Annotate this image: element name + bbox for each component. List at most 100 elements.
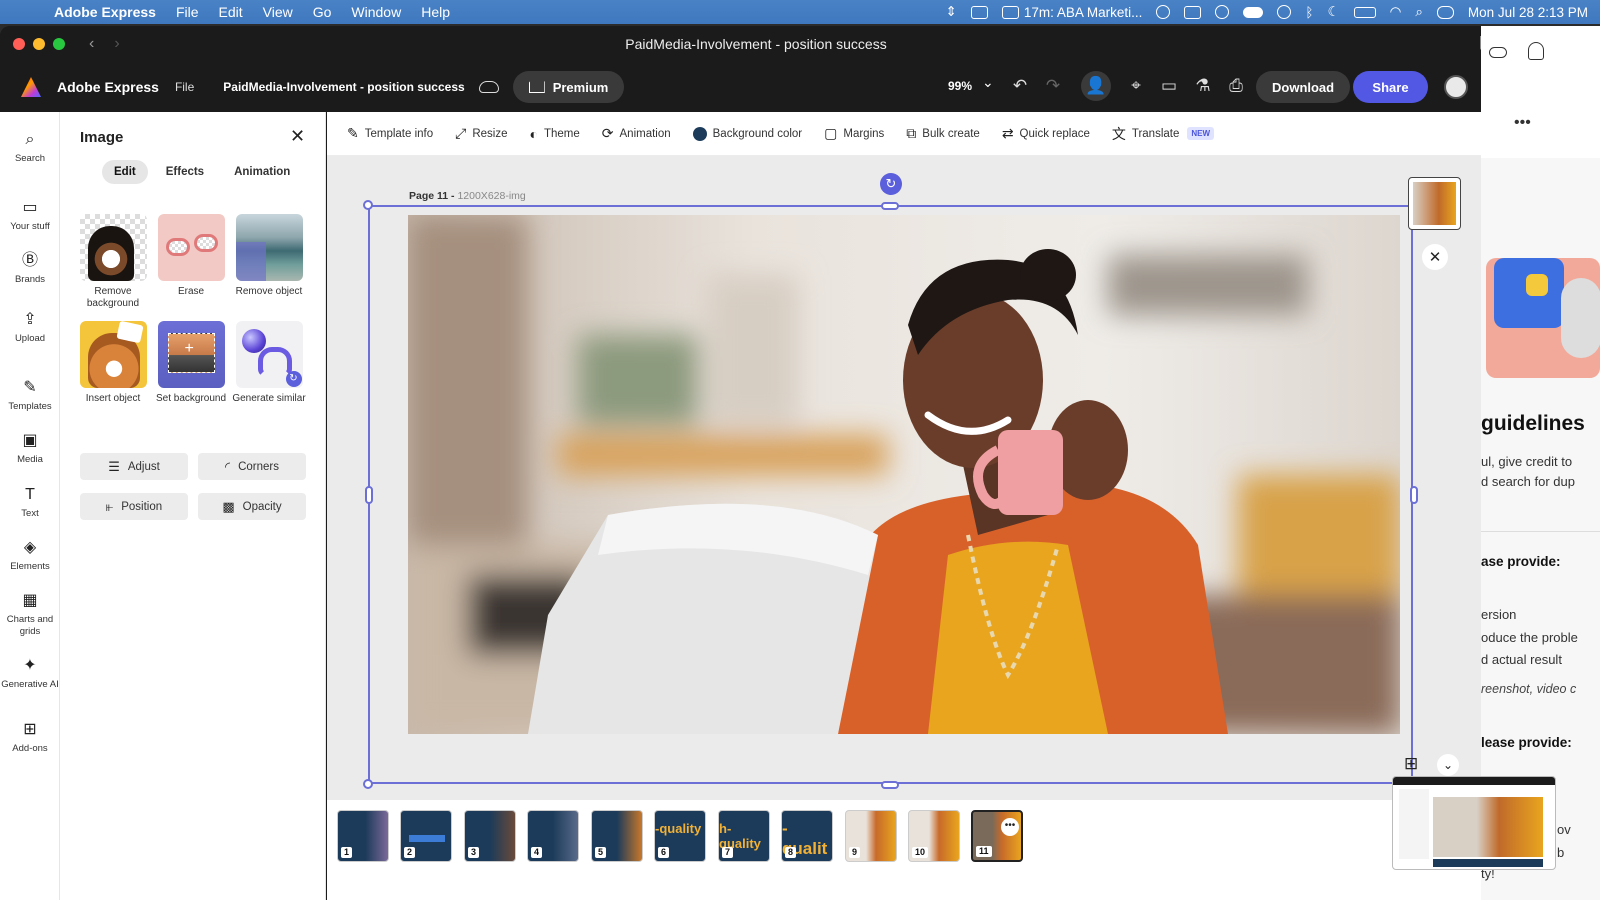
tab-edit[interactable]: Edit (102, 160, 148, 184)
page-thumb-selected[interactable]: ••• 11 (971, 810, 1023, 862)
quick-replace-button[interactable]: ⇄ Quick replace (1002, 125, 1090, 142)
comment-icon[interactable]: ▭ (1158, 75, 1180, 97)
undo-icon[interactable]: ↶ (1009, 75, 1031, 97)
bluetooth-icon[interactable]: ᛒ (1305, 5, 1313, 20)
insert-object-tool[interactable]: Insert object (73, 321, 153, 405)
menu-file[interactable]: File (166, 4, 209, 20)
rail-charts[interactable]: ▦ Charts and grids (0, 593, 60, 638)
close-icon[interactable]: ✕ (290, 126, 305, 147)
file-menu[interactable]: File (175, 80, 194, 94)
bulk-create-button[interactable]: ⧉ Bulk create (906, 125, 980, 142)
page-thumb[interactable]: 1 (337, 810, 389, 862)
animation-button[interactable]: ⟳ Animation (602, 125, 671, 142)
theme-button[interactable]: ◐ Theme (530, 126, 580, 142)
rail-search[interactable]: ⌕ Search (0, 132, 60, 165)
clock[interactable]: Mon Jul 28 2:13 PM (1468, 5, 1588, 20)
resize-handle-bottom[interactable] (881, 781, 899, 789)
translate-button[interactable]: 文 Translate NEW (1112, 124, 1215, 144)
close-window-button[interactable] (13, 38, 25, 50)
rail-generative-ai[interactable]: ✦ Generative AI (0, 658, 60, 691)
remove-background-tool[interactable]: Remove background (73, 214, 153, 310)
background-color-button[interactable]: Background color (692, 126, 802, 141)
document-name[interactable]: PaidMedia-Involvement - position success (223, 80, 464, 94)
remove-object-tool[interactable]: Remove object (229, 214, 309, 298)
set-background-tool[interactable]: + Set background (151, 321, 231, 405)
share-button[interactable]: Share (1353, 71, 1428, 103)
menu-window[interactable]: Window (341, 4, 411, 20)
rail-elements[interactable]: ◈ Elements (0, 540, 60, 573)
calendar-meeting-status[interactable]: 17m: ABA Marketi... (1001, 5, 1142, 20)
avatar[interactable] (1444, 75, 1468, 99)
invite-user-icon[interactable]: 👤 (1081, 71, 1111, 101)
rail-your-stuff[interactable]: ▭ Your stuff (0, 200, 60, 233)
resize-button[interactable]: ⤢ Resize (455, 125, 507, 142)
rail-media[interactable]: ▣ Media (0, 433, 60, 466)
page-thumb[interactable]: 5 (591, 810, 643, 862)
forward-arrow-icon[interactable]: › (114, 35, 119, 53)
adjust-button[interactable]: ☰ Adjust (80, 453, 188, 480)
cloud-save-icon[interactable] (478, 81, 499, 93)
profile-icon[interactable] (1528, 42, 1544, 60)
more-options-icon[interactable]: ••• (1001, 818, 1019, 836)
print-icon[interactable]: ⎙ (1225, 75, 1247, 97)
page-thumb[interactable]: -qualit 8 (781, 810, 833, 862)
menu-view[interactable]: View (253, 4, 303, 20)
close-icon[interactable]: ✕ (1422, 244, 1448, 270)
template-info-button[interactable]: ✎ Template info (347, 125, 433, 142)
margins-button[interactable]: ▢ Margins (824, 125, 884, 142)
vpn-icon[interactable] (1277, 5, 1292, 19)
page-thumb[interactable]: 9 (845, 810, 897, 862)
download-button[interactable]: Download (1256, 71, 1351, 103)
page-thumb[interactable]: h-quality 7 (718, 810, 770, 862)
rail-add-ons[interactable]: ⊞ Add-ons (0, 722, 60, 755)
location-pin-icon[interactable]: ⌖ (1125, 75, 1147, 97)
zoom-window-button[interactable] (53, 38, 65, 50)
page-thumb[interactable]: -quality 6 (654, 810, 706, 862)
wifi-icon[interactable]: ◠ (1390, 4, 1402, 20)
erase-tool[interactable]: Erase (151, 214, 231, 298)
back-arrow-icon[interactable]: ‹ (89, 35, 94, 53)
menu-edit[interactable]: Edit (209, 4, 253, 20)
status-app-icon[interactable] (970, 5, 988, 19)
more-icon[interactable]: ••• (1514, 114, 1531, 132)
adobe-express-logo-icon[interactable] (21, 77, 41, 97)
rotate-handle-icon[interactable]: ↻ (880, 173, 902, 195)
zoom-chevron-down-icon[interactable]: ⌄ (982, 74, 994, 91)
resize-handle-left[interactable] (365, 486, 373, 504)
menu-go[interactable]: Go (303, 4, 342, 20)
position-button[interactable]: ⫦ Position (80, 493, 188, 520)
sync-icon[interactable] (1156, 5, 1171, 19)
resize-handle-top[interactable] (881, 202, 899, 210)
cloud-icon[interactable] (1489, 47, 1507, 58)
page-thumb[interactable]: 10 (908, 810, 960, 862)
generate-similar-tool[interactable]: ↻ Generate similar (229, 321, 309, 405)
app-name[interactable]: Adobe Express (57, 79, 159, 95)
notification-icon[interactable] (1184, 5, 1202, 19)
resize-handle-right[interactable] (1410, 486, 1418, 504)
page-thumbnail-preview[interactable] (1408, 177, 1461, 230)
corners-button[interactable]: ◜ Corners (198, 453, 306, 480)
premium-button[interactable]: Premium (512, 71, 625, 103)
rail-templates[interactable]: ✎ Templates (0, 380, 60, 413)
spotlight-search-icon[interactable]: ⌕ (1415, 4, 1423, 20)
resize-handle-bottom-left[interactable] (363, 779, 373, 789)
minimize-window-button[interactable] (33, 38, 45, 50)
rail-brands[interactable]: Ⓑ Brands (0, 253, 60, 286)
resize-handle-top-left[interactable] (363, 200, 373, 210)
opacity-button[interactable]: ▩ Opacity (198, 493, 306, 520)
icloud-icon[interactable] (1243, 6, 1264, 18)
labs-flask-icon[interactable]: ⚗ (1192, 75, 1214, 97)
battery-icon[interactable] (1353, 6, 1376, 18)
chevron-down-icon[interactable]: ⌄ (1437, 754, 1459, 776)
page-thumb[interactable]: 2 (400, 810, 452, 862)
page-thumb[interactable]: 4 (527, 810, 579, 862)
creative-cloud-icon[interactable] (1215, 5, 1230, 19)
rail-upload[interactable]: ⇪ Upload (0, 312, 60, 345)
control-center-icon[interactable] (1436, 5, 1454, 19)
zoom-level[interactable]: 99% (948, 79, 972, 93)
redo-icon[interactable]: ↷ (1042, 75, 1064, 97)
page-thumb[interactable]: 3 (464, 810, 516, 862)
tab-effects[interactable]: Effects (154, 160, 216, 184)
minimap-preview[interactable] (1392, 776, 1556, 870)
grid-view-icon[interactable]: ⊞ (1404, 754, 1418, 774)
